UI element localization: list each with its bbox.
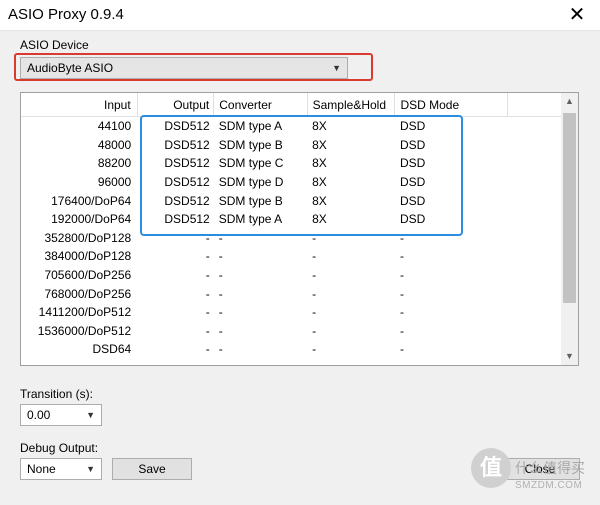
cell-sample-hold: - — [312, 323, 317, 338]
cell-input: 1411200/DoP512 — [38, 305, 132, 320]
close-window-icon[interactable]: ✕ — [554, 0, 600, 30]
cell-input: 88200 — [97, 156, 132, 171]
cell-output: - — [205, 286, 210, 301]
cell-sample-hold: - — [312, 268, 317, 283]
vertical-scrollbar[interactable]: ▲ ▼ — [561, 93, 578, 365]
cell-output: - — [205, 342, 210, 357]
debug-output-label: Debug Output: — [20, 441, 99, 455]
table-row[interactable]: 705600/DoP256- - - - — [21, 266, 578, 285]
cell-converter: - — [218, 286, 223, 301]
cell-input: 192000/DoP64 — [51, 212, 132, 227]
transition-select[interactable]: 0.00 ▼ — [20, 404, 102, 426]
cell-dsd-mode: - — [399, 323, 404, 338]
cell-converter: - — [218, 323, 223, 338]
watermark-logo: 值 什么值得买 SMZDM.COM — [471, 448, 591, 500]
header-output[interactable]: Output — [137, 93, 215, 117]
cell-output: - — [205, 323, 210, 338]
header-dsd-mode[interactable]: DSD Mode — [394, 93, 509, 117]
chevron-down-icon: ▼ — [86, 464, 95, 474]
cell-converter: - — [218, 268, 223, 283]
red-highlight-box — [14, 53, 373, 81]
watermark-circle-icon: 值 — [471, 448, 511, 488]
table-header-row: Input Output Converter Sample&Hold DSD M… — [21, 93, 578, 117]
cell-dsd-mode: - — [399, 305, 404, 320]
watermark-text: 什么值得买 — [515, 460, 585, 476]
header-converter[interactable]: Converter — [213, 93, 308, 117]
cell-converter: - — [218, 305, 223, 320]
cell-input: 48000 — [97, 137, 132, 152]
debug-output-value: None — [27, 462, 56, 476]
cell-output: - — [205, 305, 210, 320]
cell-sample-hold: - — [312, 305, 317, 320]
scroll-down-icon[interactable]: ▼ — [561, 348, 578, 365]
cell-input: 44100 — [97, 119, 132, 134]
cell-input: 352800/DoP128 — [44, 230, 132, 245]
save-button[interactable]: Save — [112, 458, 192, 480]
table-row[interactable]: 1411200/DoP512- - - - — [21, 303, 578, 322]
table-row[interactable]: 384000/DoP128- - - - — [21, 247, 578, 266]
cell-input: 96000 — [97, 175, 132, 190]
header-input[interactable]: Input — [21, 93, 138, 117]
cell-dsd-mode: - — [399, 249, 404, 264]
cell-converter: - — [218, 249, 223, 264]
blue-highlight-box — [140, 115, 463, 236]
title-bar: ASIO Proxy 0.9.4 ✕ — [0, 0, 600, 31]
watermark-site: SMZDM.COM — [515, 480, 583, 491]
scrollbar-thumb[interactable] — [563, 113, 576, 303]
window-title: ASIO Proxy 0.9.4 — [8, 6, 124, 23]
table-row[interactable]: 768000/DoP256- - - - — [21, 284, 578, 303]
cell-sample-hold: - — [312, 249, 317, 264]
cell-input: 176400/DoP64 — [51, 193, 132, 208]
asio-device-label: ASIO Device — [20, 38, 89, 52]
transition-value: 0.00 — [27, 408, 51, 422]
header-sample-hold[interactable]: Sample&Hold — [307, 93, 396, 117]
table-row[interactable]: DSD64- - - - — [21, 340, 578, 359]
scroll-up-icon[interactable]: ▲ — [561, 93, 578, 110]
cell-sample-hold: - — [312, 286, 317, 301]
cell-output: - — [205, 249, 210, 264]
cell-output: - — [205, 268, 210, 283]
cell-input: 384000/DoP128 — [44, 249, 132, 264]
table-row[interactable]: 1536000/DoP512- - - - — [21, 322, 578, 341]
transition-label: Transition (s): — [20, 387, 93, 401]
debug-output-select[interactable]: None ▼ — [20, 458, 102, 480]
cell-dsd-mode: - — [399, 286, 404, 301]
cell-sample-hold: - — [312, 342, 317, 357]
cell-dsd-mode: - — [399, 268, 404, 283]
cell-converter: - — [218, 342, 223, 357]
cell-input: DSD64 — [92, 342, 132, 357]
cell-input: 1536000/DoP512 — [37, 323, 132, 338]
chevron-down-icon: ▼ — [86, 410, 95, 420]
cell-dsd-mode: - — [399, 342, 404, 357]
cell-input: 705600/DoP256 — [44, 268, 132, 283]
cell-input: 768000/DoP256 — [44, 286, 132, 301]
